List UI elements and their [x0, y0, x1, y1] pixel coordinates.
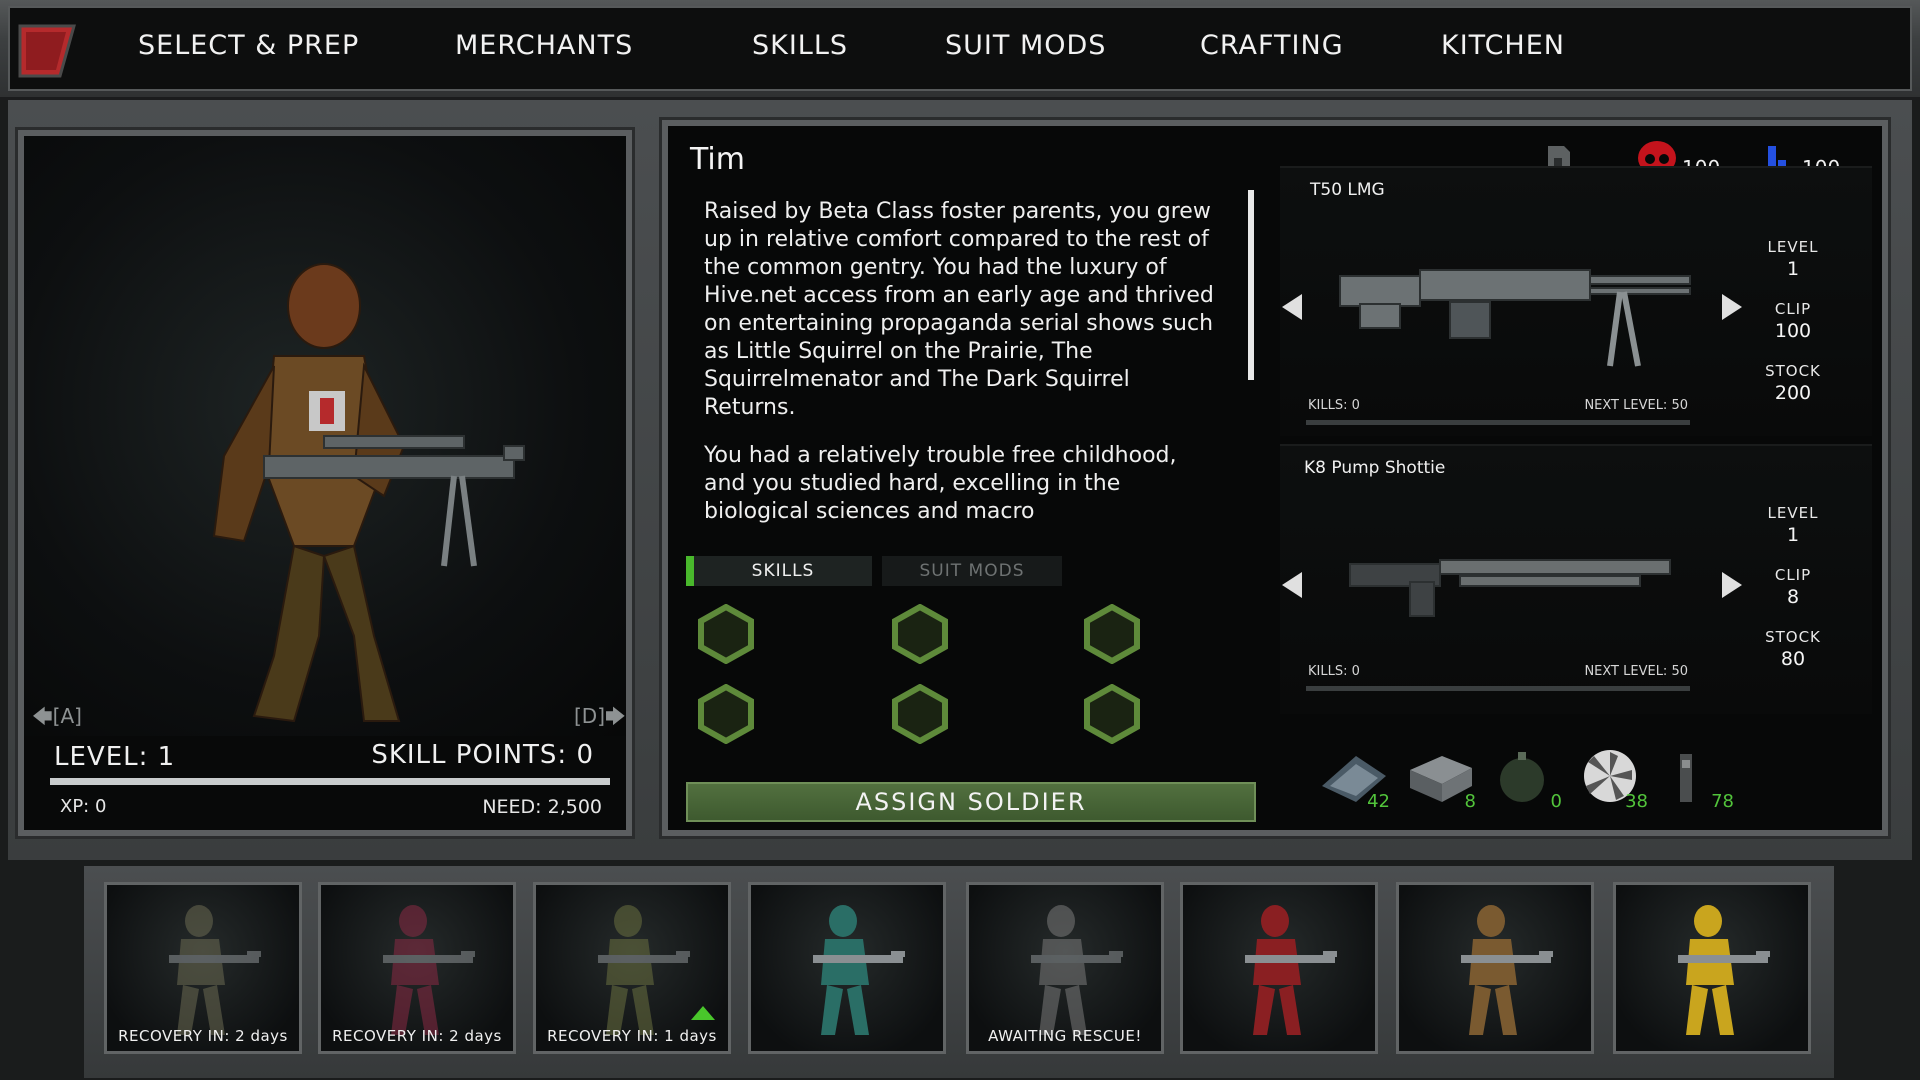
next-weapon-arrow-icon[interactable]	[1720, 570, 1744, 600]
weapon-card-secondary: K8 Pump Shottie LEVEL 1 CLIP 8 STOCK 80 …	[1280, 444, 1872, 714]
soldier-model-image	[212, 263, 525, 723]
info-panel: Tim Raised by Beta Class foster parents,…	[659, 117, 1891, 839]
xp-needed-label: NEED: 2,500	[482, 796, 602, 818]
nav-kitchen[interactable]: KITCHEN	[1441, 30, 1565, 61]
weapon-xp-bar	[1306, 686, 1690, 691]
xp-progress-bar	[50, 778, 610, 785]
skill-slot-hex-icon[interactable]	[892, 684, 948, 744]
weapon-level-label: LEVEL	[1767, 504, 1819, 522]
weapon-card-primary: T50 LMG LEVEL 1 CLIP 100 STOCK 200 KILLS…	[1280, 166, 1872, 436]
weapon-level-label: LEVEL	[1767, 238, 1819, 256]
weapon-kills: KILLS: 0	[1308, 398, 1360, 413]
weapon-clip-value: 8	[1786, 586, 1800, 608]
lmg-weapon-image	[1339, 269, 1691, 367]
skill-points: SKILL POINTS: 0	[371, 740, 594, 770]
nav-crafting[interactable]: CRAFTING	[1200, 30, 1344, 61]
skill-slot-hex-icon[interactable]	[698, 604, 754, 664]
inventory-item-ammo-crate[interactable]: 8	[1402, 746, 1480, 812]
cycle-right[interactable]: [D]🡆	[574, 702, 626, 736]
roster-soldier-portrait	[813, 905, 905, 1035]
bio-scrollbar[interactable]	[1248, 190, 1254, 380]
roster-slot-status: AWAITING RESCUE!	[988, 1027, 1142, 1045]
soldier-panel: 🡄[A] [D]🡆 LEVEL: 1 SKILL POINTS: 0 XP: 0…	[15, 127, 635, 839]
cycle-left-label: [A]	[52, 704, 82, 728]
nav-select-prep[interactable]: SELECT & PREP	[138, 30, 359, 61]
weapon-xp-bar	[1306, 420, 1690, 425]
weapon-stock-label: STOCK	[1765, 628, 1821, 646]
item-count: 8	[1464, 791, 1476, 812]
nav-suit-mods[interactable]: SUIT MODS	[945, 30, 1106, 61]
weapon-loadout: T50 LMG LEVEL 1 CLIP 100 STOCK 200 KILLS…	[1280, 166, 1872, 726]
item-count: 78	[1711, 791, 1734, 812]
arrow-right-icon: 🡆	[605, 704, 626, 728]
roster-soldier-portrait	[1678, 905, 1770, 1035]
soldier-name: Tim	[690, 142, 745, 177]
weapon-next-level: NEXT LEVEL: 50	[1584, 398, 1688, 413]
weapon-clip-label: CLIP	[1774, 300, 1812, 318]
item-count: 0	[1550, 791, 1562, 812]
weapon-level-value: 1	[1786, 258, 1800, 280]
roster-slot-status: RECOVERY IN: 1 days	[547, 1027, 717, 1045]
weapon-clip-label: CLIP	[1774, 566, 1812, 584]
skill-slot-hex-icon[interactable]	[892, 604, 948, 664]
prev-weapon-arrow-icon[interactable]	[1280, 570, 1304, 600]
shotgun-weapon-image	[1349, 559, 1671, 617]
weapon-stock-label: STOCK	[1765, 362, 1821, 380]
roster-soldier-portrait	[1245, 905, 1337, 1035]
skill-slot-hex-icon[interactable]	[1084, 604, 1140, 664]
roster-slot[interactable]: AWAITING RESCUE!	[966, 882, 1164, 1054]
roster-slot[interactable]	[1613, 882, 1811, 1054]
level-up-arrow-icon	[691, 1006, 715, 1020]
weapon-name: K8 Pump Shottie	[1304, 458, 1446, 478]
tab-skills[interactable]: SKILLS	[686, 556, 872, 586]
weapon-stock-value: 200	[1774, 382, 1812, 404]
inventory-item-ammo-belt[interactable]: 42	[1316, 746, 1394, 812]
bio-paragraph: Raised by Beta Class foster parents, you…	[704, 199, 1214, 420]
roster-slot-status: RECOVERY IN: 2 days	[118, 1027, 288, 1045]
next-weapon-arrow-icon[interactable]	[1720, 292, 1744, 322]
skill-slot-hex-icon[interactable]	[698, 684, 754, 744]
weapon-kills: KILLS: 0	[1308, 664, 1360, 679]
roster-slot[interactable]: RECOVERY IN: 1 days	[533, 882, 731, 1054]
prev-weapon-arrow-icon[interactable]	[1280, 292, 1304, 322]
top-navigation-bar: SELECT & PREP MERCHANTS SKILLS SUIT MODS…	[0, 0, 1920, 100]
assign-soldier-button[interactable]: ASSIGN SOLDIER	[686, 782, 1256, 822]
soldier-level: LEVEL: 1	[54, 742, 176, 772]
arrow-left-icon: 🡄	[32, 704, 53, 728]
tab-suit-mods[interactable]: SUIT MODS	[882, 556, 1062, 586]
roster-soldier-portrait	[1461, 905, 1553, 1035]
cycle-right-label: [D]	[574, 704, 606, 728]
weapon-clip-value: 100	[1774, 320, 1812, 342]
item-count: 42	[1367, 791, 1390, 812]
roster-slot[interactable]	[1396, 882, 1594, 1054]
weapon-next-level: NEXT LEVEL: 50	[1584, 664, 1688, 679]
inventory-item-fan-blade[interactable]: 38	[1574, 746, 1652, 812]
cycle-left[interactable]: 🡄[A]	[32, 702, 82, 736]
level-row: LEVEL: 1 SKILL POINTS: 0	[54, 740, 604, 782]
soldier-preview[interactable]	[24, 136, 626, 736]
roster-slot[interactable]: RECOVERY IN: 2 days	[318, 882, 516, 1054]
inventory-item-stim-canister[interactable]: 78	[1660, 746, 1738, 812]
weapon-level-value: 1	[1786, 524, 1800, 546]
weapon-name: T50 LMG	[1310, 180, 1385, 200]
nav-skills[interactable]: SKILLS	[752, 30, 848, 61]
menu-tab-icon[interactable]	[16, 24, 76, 78]
roster-slot[interactable]: RECOVERY IN: 2 days	[104, 882, 302, 1054]
xp-label: XP: 0	[60, 796, 107, 817]
bio-paragraph: You had a relatively trouble free childh…	[704, 443, 1177, 524]
roster-slot[interactable]	[1180, 882, 1378, 1054]
soldier-bio[interactable]: Raised by Beta Class foster parents, you…	[704, 198, 1214, 542]
nav-merchants[interactable]: MERCHANTS	[455, 30, 633, 61]
item-count: 38	[1625, 791, 1648, 812]
roster-slot-status: RECOVERY IN: 2 days	[332, 1027, 502, 1045]
inventory-item-grenade[interactable]: 0	[1488, 746, 1566, 812]
skill-slot-hex-icon[interactable]	[1084, 684, 1140, 744]
roster-slot[interactable]	[748, 882, 946, 1054]
weapon-stock-value: 80	[1780, 648, 1806, 670]
